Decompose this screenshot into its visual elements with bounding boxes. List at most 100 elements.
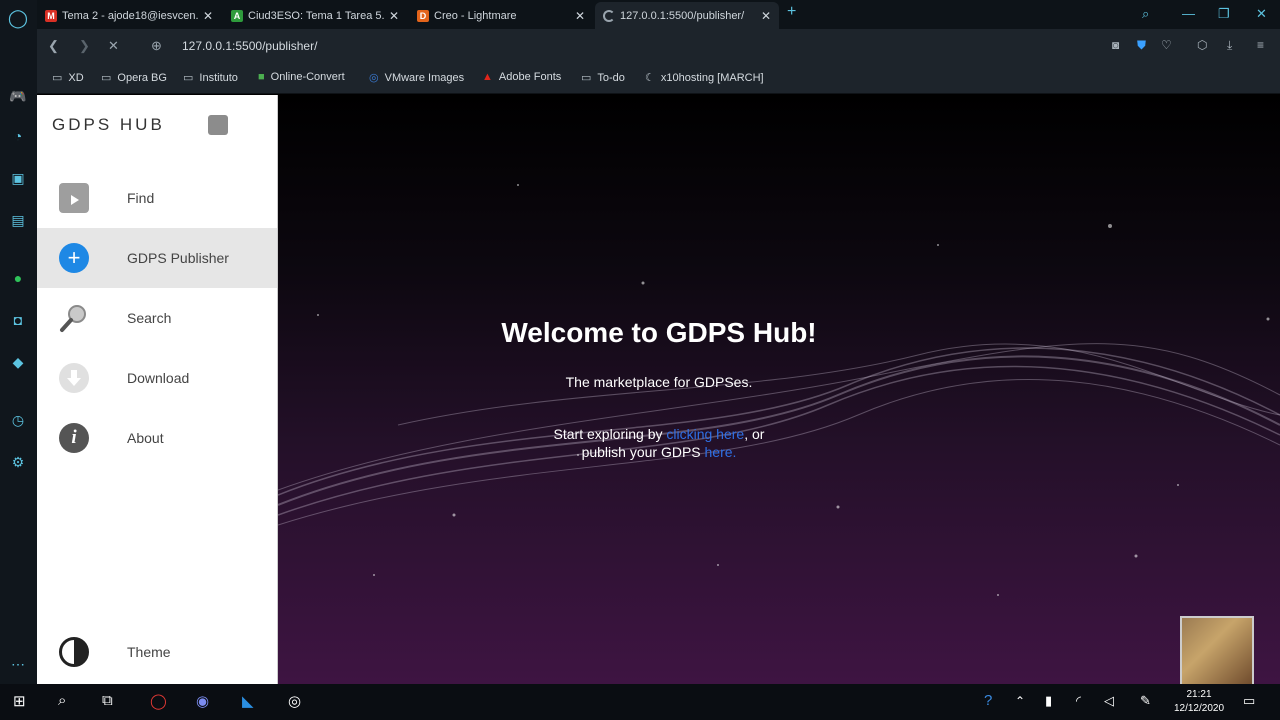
nav-label: Find	[127, 190, 155, 206]
bookmark-x10hosting[interactable]: ☾ x10hosting [MARCH]	[645, 71, 764, 85]
tab-title: 127.0.0.1:5500/publisher/	[620, 9, 745, 22]
windows-taskbar: ⊞ ⌕ ⧉ ◯ ◉ ◣ ◎ ? ⌃ ▮ ◜ ◁ ✎ 21:21 12/12/20…	[0, 684, 1280, 720]
nav-gdps-publisher[interactable]: + GDPS Publisher	[37, 228, 277, 288]
bookmarks-bar: ▭ XD ▭ Opera BG ▭ Instituto ■ Online-Convert…	[37, 64, 1280, 94]
explore-link[interactable]: clicking here	[666, 426, 744, 442]
tab-title: Tema 2 - ajode18@iesvcen...	[62, 9, 199, 22]
system-clock[interactable]: 21:21 12/12/2020	[1165, 688, 1233, 716]
heart-icon[interactable]: ♡	[1161, 38, 1172, 52]
bookmark-xd[interactable]: ▭ XD	[52, 71, 84, 85]
info-icon: i	[59, 423, 89, 453]
notifications-icon[interactable]: ▭	[1243, 693, 1255, 709]
loading-icon	[603, 9, 615, 22]
obs-taskbar-icon[interactable]: ◎	[288, 692, 301, 710]
download-icon[interactable]: ⤓	[1227, 38, 1232, 53]
tab-publisher[interactable]: 127.0.0.1:5500/publisher/ ✕	[595, 2, 779, 29]
bookmark-label: VMware Images	[384, 71, 465, 84]
close-window-icon[interactable]: ✕	[1256, 6, 1267, 22]
help-icon[interactable]: ?	[984, 692, 992, 709]
nav-label: GDPS Publisher	[127, 250, 229, 266]
nav-label: Search	[127, 310, 172, 326]
microphone-icon[interactable]: ▮	[1045, 693, 1052, 709]
close-tab-icon[interactable]: ✕	[199, 9, 217, 23]
forward-icon[interactable]: ❯	[79, 38, 90, 54]
hero-title: Welcome to GDPS Hub!	[501, 317, 817, 348]
gx-control-icon[interactable]: 🎮	[8, 86, 28, 106]
menu-icon[interactable]: ≡	[1257, 38, 1264, 52]
opera-gx-taskbar-icon[interactable]: ◯	[150, 692, 167, 710]
minimize-icon[interactable]: —	[1182, 6, 1195, 21]
discord-taskbar-icon[interactable]: ◉	[196, 692, 209, 710]
pen-icon[interactable]: ✎	[1140, 693, 1151, 709]
folder-icon: ▭	[101, 72, 112, 84]
new-tab-icon[interactable]: +	[787, 3, 796, 21]
task-view-icon[interactable]: ⧉	[102, 692, 113, 709]
back-icon[interactable]: ❮	[48, 38, 59, 54]
twitch-icon[interactable]: ▤	[8, 210, 28, 230]
tab-bar: M Tema 2 - ajode18@iesvcen... ✕ A Ciud3E…	[37, 0, 1280, 29]
nav-theme[interactable]: Theme	[37, 622, 277, 682]
vmware-icon: ◎	[369, 72, 379, 84]
tray-chevron-icon[interactable]: ⌃	[1015, 694, 1025, 708]
online-convert-icon: ■	[258, 71, 265, 83]
store-icon[interactable]: ▣	[8, 168, 28, 188]
bookmark-online-convert[interactable]: ■ Online-Convert	[258, 71, 345, 83]
search-icon[interactable]: ⌕	[58, 692, 66, 709]
network-icon[interactable]: ◜	[1076, 693, 1081, 709]
cta-prefix: Start exploring by	[553, 426, 667, 442]
hero-section: Welcome to GDPS Hub! The marketplace for…	[278, 95, 1280, 684]
nav-find[interactable]: Find	[37, 168, 277, 228]
settings-gear-icon[interactable]: ⚙	[8, 452, 28, 472]
bookmark-label: Instituto	[199, 71, 238, 84]
hero-tagline: The marketplace for GDPSes.	[565, 374, 753, 390]
twitter-icon[interactable]: ◆	[8, 352, 28, 372]
instagram-icon[interactable]: ◘	[8, 310, 28, 330]
x10-icon: ☾	[645, 72, 655, 84]
search-tabs-icon[interactable]: ⌕	[1142, 6, 1149, 22]
tab-creo[interactable]: D Creo - Lightmare ✕	[409, 2, 593, 29]
tab-moodle[interactable]: A Ciud3ESO: Tema 1 Tarea 5... ✕	[223, 2, 407, 29]
close-tab-icon[interactable]: ✕	[571, 9, 589, 23]
vscode-taskbar-icon[interactable]: ◣	[242, 692, 254, 710]
creo-icon: D	[417, 9, 429, 22]
magnifier-icon	[59, 303, 89, 333]
close-tab-icon[interactable]: ✕	[385, 9, 403, 23]
opera-logo-icon[interactable]: ◯	[8, 8, 28, 28]
speed-dial-icon[interactable]: ◔	[8, 126, 28, 146]
bookmark-todo[interactable]: ▭ To-do	[581, 71, 625, 85]
publish-link[interactable]: here.	[705, 444, 737, 460]
nav-download[interactable]: Download	[37, 348, 277, 408]
windows-start-icon[interactable]: ⊞	[13, 692, 26, 710]
vpn-shield-icon[interactable]: ⛊	[1137, 38, 1146, 53]
brand-badge-icon[interactable]	[208, 115, 228, 135]
address-bar: ❮ ❯ ✕ ⊕ 127.0.0.1:5500/publisher/ ◙ ⛊ ♡ …	[37, 29, 1280, 64]
stop-loading-icon[interactable]: ✕	[108, 38, 119, 54]
url-input[interactable]: 127.0.0.1:5500/publisher/	[182, 39, 317, 53]
history-icon[interactable]: ◷	[8, 410, 28, 430]
bookmark-opera-bg[interactable]: ▭ Opera BG	[101, 71, 167, 85]
nav-about[interactable]: i About	[37, 408, 277, 468]
extension-icon[interactable]: ⬡	[1197, 38, 1207, 52]
hero-cta-text: Start exploring by clicking here, or pub…	[538, 425, 780, 461]
moodle-icon: A	[231, 9, 243, 22]
whatsapp-icon[interactable]: ●	[8, 268, 28, 288]
plus-icon: +	[59, 243, 89, 273]
snapshot-icon[interactable]: ◙	[1112, 38, 1119, 52]
volume-icon[interactable]: ◁	[1104, 693, 1114, 709]
more-icon[interactable]: ⋯	[8, 654, 28, 674]
restore-icon[interactable]: ❐	[1218, 6, 1230, 22]
play-store-glyph	[63, 191, 85, 211]
bookmark-vmware[interactable]: ◎ VMware Images	[369, 71, 465, 85]
tab-title: Creo - Lightmare	[434, 9, 517, 22]
magnifier-glyph	[60, 305, 86, 332]
theme-toggle-icon	[59, 637, 89, 667]
bookmark-adobe-fonts[interactable]: ▲ Adobe Fonts	[482, 71, 561, 83]
nav-search[interactable]: Search	[37, 288, 277, 348]
close-tab-icon[interactable]: ✕	[757, 9, 775, 23]
bookmark-label: XD	[68, 71, 84, 84]
folder-icon: ▭	[52, 72, 63, 84]
tab-gmail[interactable]: M Tema 2 - ajode18@iesvcen... ✕	[37, 2, 221, 29]
bookmark-label: To-do	[597, 71, 625, 84]
nav-label: Download	[127, 370, 190, 386]
bookmark-instituto[interactable]: ▭ Instituto	[183, 71, 238, 85]
